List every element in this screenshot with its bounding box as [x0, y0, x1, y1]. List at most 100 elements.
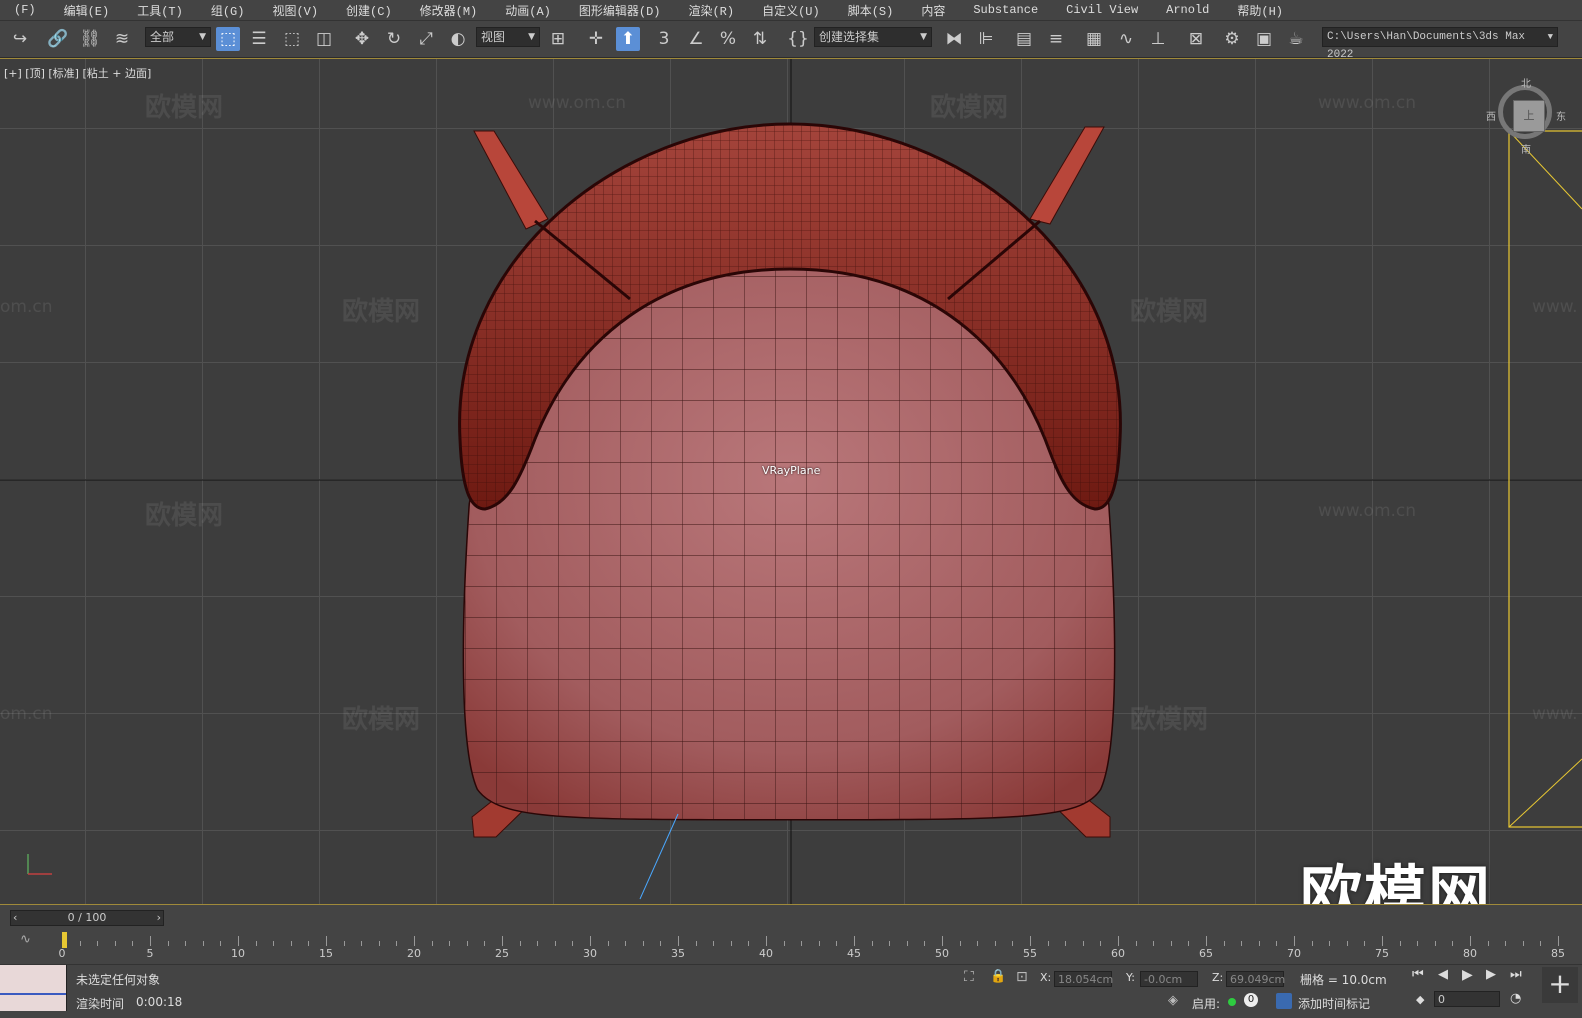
add-time-tag[interactable]: 添加时间标记 [1298, 995, 1370, 1012]
spinner-snap-icon[interactable]: ⇅ [748, 27, 772, 51]
angle-snap-icon[interactable]: ∠ [684, 27, 708, 51]
layer-explorer-icon[interactable]: ≡ [1044, 27, 1068, 51]
keyboard-shortcut-override-icon[interactable]: ⬆ [616, 27, 640, 51]
edit-named-selection-icon[interactable]: {} [786, 27, 810, 51]
menu-item-15[interactable]: Arnold [1152, 3, 1223, 17]
track-tick [343, 941, 345, 946]
goto-end-icon[interactable]: ⏭ [1510, 967, 1522, 982]
track-tick [871, 941, 873, 946]
menu-item-4[interactable]: 视图(V) [258, 2, 332, 19]
viewcube-face[interactable]: 上 [1513, 100, 1545, 132]
unlink-icon[interactable]: ⛓ [78, 27, 102, 51]
select-by-name-icon[interactable]: ☰ [247, 27, 271, 51]
track-tick [255, 941, 257, 946]
adaptive-degradation-icon[interactable]: ◈ [1168, 993, 1178, 1008]
slider-prev-icon[interactable]: ‹ [13, 911, 17, 925]
mirror-icon[interactable]: ⧓ [942, 27, 966, 51]
redo-icon[interactable]: ↪ [8, 27, 32, 51]
align-icon[interactable]: ⊫ [974, 27, 998, 51]
project-path-dropdown[interactable]: C:\Users\Han\Documents\3ds Max 2022 ▼ [1322, 27, 1558, 61]
menu-item-12[interactable]: 内容 [907, 2, 959, 19]
z-coord-field[interactable]: 69.049cm [1226, 971, 1285, 987]
menu-item-1[interactable]: 编辑(E) [50, 2, 124, 19]
scene-explorer-icon[interactable]: ▤ [1012, 27, 1036, 51]
menu-item-11[interactable]: 脚本(S) [834, 2, 908, 19]
track-bar[interactable]: 0 5 10 15 20 25 30 35 40 45 50 55 60 65 70 75 80 85 [59, 928, 1582, 960]
viewcube-east[interactable]: 东 [1556, 108, 1566, 123]
enable-status-dot [1228, 998, 1236, 1006]
track-tick [607, 941, 609, 946]
time-config-icon[interactable]: ◔ [1510, 991, 1521, 1006]
render-setup-icon[interactable]: ⚙ [1220, 27, 1244, 51]
viewcube-west[interactable]: 西 [1486, 108, 1496, 123]
viewcube-south[interactable]: 南 [1521, 141, 1531, 156]
reference-coordinate-dropdown[interactable]: 视图 ▼ [476, 27, 540, 47]
select-object-icon[interactable]: ⬚ [216, 27, 240, 51]
x-coord-field[interactable]: 18.054cm [1054, 971, 1113, 987]
placement-icon[interactable]: ◐ [446, 27, 470, 51]
menu-item-10[interactable]: 自定义(U) [748, 2, 834, 19]
key-mode-icon[interactable]: ◆ [1416, 993, 1424, 1006]
move-icon[interactable]: ✥ [350, 27, 374, 51]
render-time-value: 0:00:18 [136, 995, 183, 1009]
menu-item-13[interactable]: Substance [959, 3, 1052, 17]
track-tick [97, 941, 99, 946]
isolate-icon[interactable]: ⛶ [964, 969, 974, 985]
schematic-view-icon[interactable]: ⊥ [1146, 27, 1170, 51]
toggle-ribbon-icon[interactable]: ▦ [1082, 27, 1106, 51]
menu-item-9[interactable]: 渲染(R) [674, 2, 748, 19]
scale-icon[interactable]: ⤢ [414, 27, 438, 51]
prev-frame-icon[interactable]: ◀ [1438, 967, 1448, 982]
window-crossing-icon[interactable]: ◫ [312, 27, 336, 51]
track-tick [1329, 941, 1331, 946]
menu-item-5[interactable]: 创建(C) [332, 2, 406, 19]
project-path-value: C:\Users\Han\Documents\3ds Max 2022 [1327, 31, 1526, 61]
rectangular-selection-icon[interactable]: ⬚ [280, 27, 304, 51]
track-tick [730, 941, 732, 946]
goto-start-icon[interactable]: ⏮ [1412, 967, 1424, 982]
track-tick [308, 941, 310, 946]
viewcube[interactable]: 上 北 南 西 东 [1486, 79, 1566, 156]
maxscript-listener-thumb[interactable] [0, 965, 67, 1011]
current-frame-marker[interactable] [62, 932, 67, 948]
absolute-mode-icon[interactable]: ⊡ [1016, 969, 1028, 985]
menu-item-16[interactable]: 帮助(H) [1223, 2, 1297, 19]
track-tick-label: 50 [935, 947, 949, 960]
menu-item-6[interactable]: 修改器(M) [406, 2, 492, 19]
current-frame-field[interactable]: 0 [1434, 991, 1500, 1007]
time-slider[interactable]: ‹ 0 / 100 › [10, 910, 164, 926]
add-viewport-button[interactable]: + [1542, 967, 1578, 1003]
menu-item-3[interactable]: 组(G) [197, 2, 259, 19]
curve-editor-icon[interactable]: ∿ [1114, 27, 1138, 51]
play-icon[interactable]: ▶ [1462, 967, 1473, 983]
menu-item-8[interactable]: 图形编辑器(D) [565, 2, 675, 19]
rotate-icon[interactable]: ↻ [382, 27, 406, 51]
slider-next-icon[interactable]: › [157, 911, 161, 925]
snaps-toggle-icon[interactable]: 3 [652, 27, 676, 51]
select-manipulate-icon[interactable]: ✛ [584, 27, 608, 51]
material-editor-icon[interactable]: ⊠ [1184, 27, 1208, 51]
menu-item-7[interactable]: 动画(A) [491, 2, 565, 19]
named-selection-dropdown[interactable]: 创建选择集 ▼ [814, 27, 932, 47]
render-production-icon[interactable]: ☕ [1284, 27, 1308, 51]
track-tick [220, 941, 222, 946]
top-viewport[interactable]: 欧模网欧模网欧模网欧模网欧模网欧模网欧模网欧模网欧模网欧模网www.om.cnw… [0, 58, 1582, 905]
percent-snap-icon[interactable]: % [716, 27, 740, 51]
pivot-center-icon[interactable]: ⊞ [546, 27, 570, 51]
menu-item-14[interactable]: Civil View [1052, 3, 1152, 17]
viewport-label[interactable]: [+] [顶] [标准] [粘土 + 边面] [4, 65, 151, 81]
enable-value[interactable]: 0 [1244, 993, 1258, 1007]
selection-filter-dropdown[interactable]: 全部 ▼ [145, 27, 211, 47]
viewcube-north[interactable]: 北 [1521, 75, 1531, 90]
menu-item-2[interactable]: 工具(T) [123, 2, 197, 19]
track-tick [1452, 941, 1454, 946]
y-coord-field[interactable]: -0.0cm [1140, 971, 1198, 987]
rendered-frame-window-icon[interactable]: ▣ [1252, 27, 1276, 51]
next-frame-icon[interactable]: ▶ [1486, 967, 1496, 982]
bind-spacewarp-icon[interactable]: ≋ [110, 27, 134, 51]
menu-item-0[interactable]: (F) [0, 3, 50, 17]
lock-icon[interactable]: 🔒 [990, 969, 1006, 984]
mini-curve-editor-icon[interactable]: ∿ [20, 932, 31, 947]
time-tag-icon[interactable] [1276, 993, 1292, 1009]
link-icon[interactable]: 🔗 [46, 27, 70, 51]
